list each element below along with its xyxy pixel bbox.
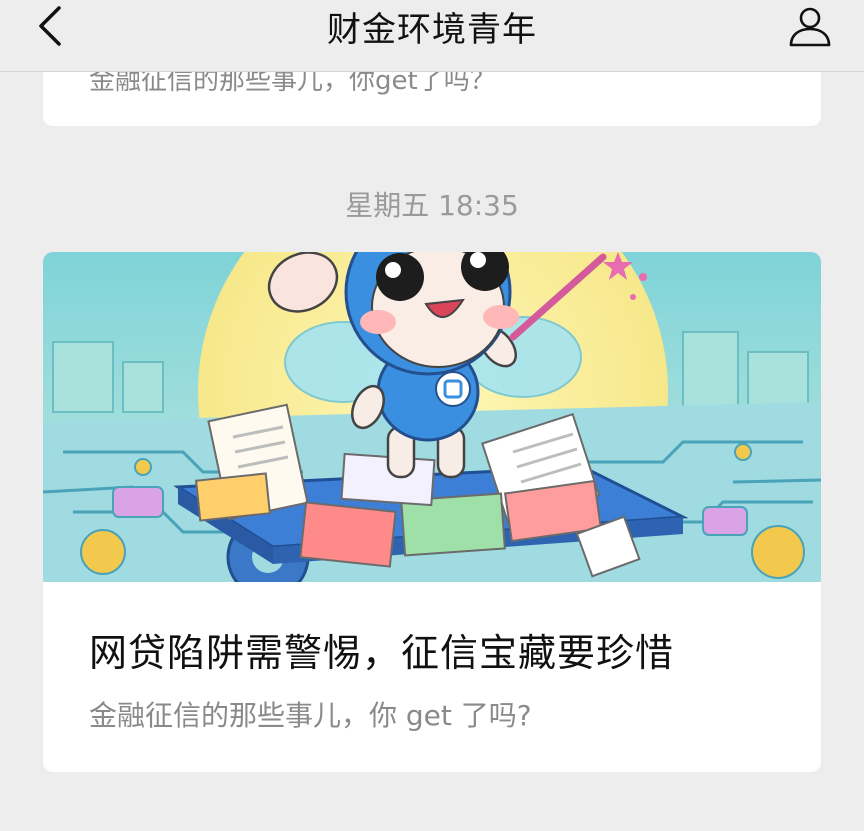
page-title: 财金环境青年 [327, 9, 537, 50]
article-title[interactable]: 网贷陷阱需警惕，征信宝藏要珍惜 [89, 622, 674, 677]
navigation-bar: 财金环境青年 [0, 0, 864, 72]
message-timestamp: 星期五 18:35 [345, 189, 519, 222]
article-description: 金融征信的那些事儿，你 get 了吗? [89, 699, 532, 732]
article-card[interactable]: 网贷陷阱需警惕，征信宝藏要珍惜 金融征信的那些事儿，你 get 了吗? [43, 252, 821, 772]
article-cover-image [43, 252, 821, 582]
person-icon [789, 7, 831, 47]
profile-button[interactable] [786, 0, 834, 52]
